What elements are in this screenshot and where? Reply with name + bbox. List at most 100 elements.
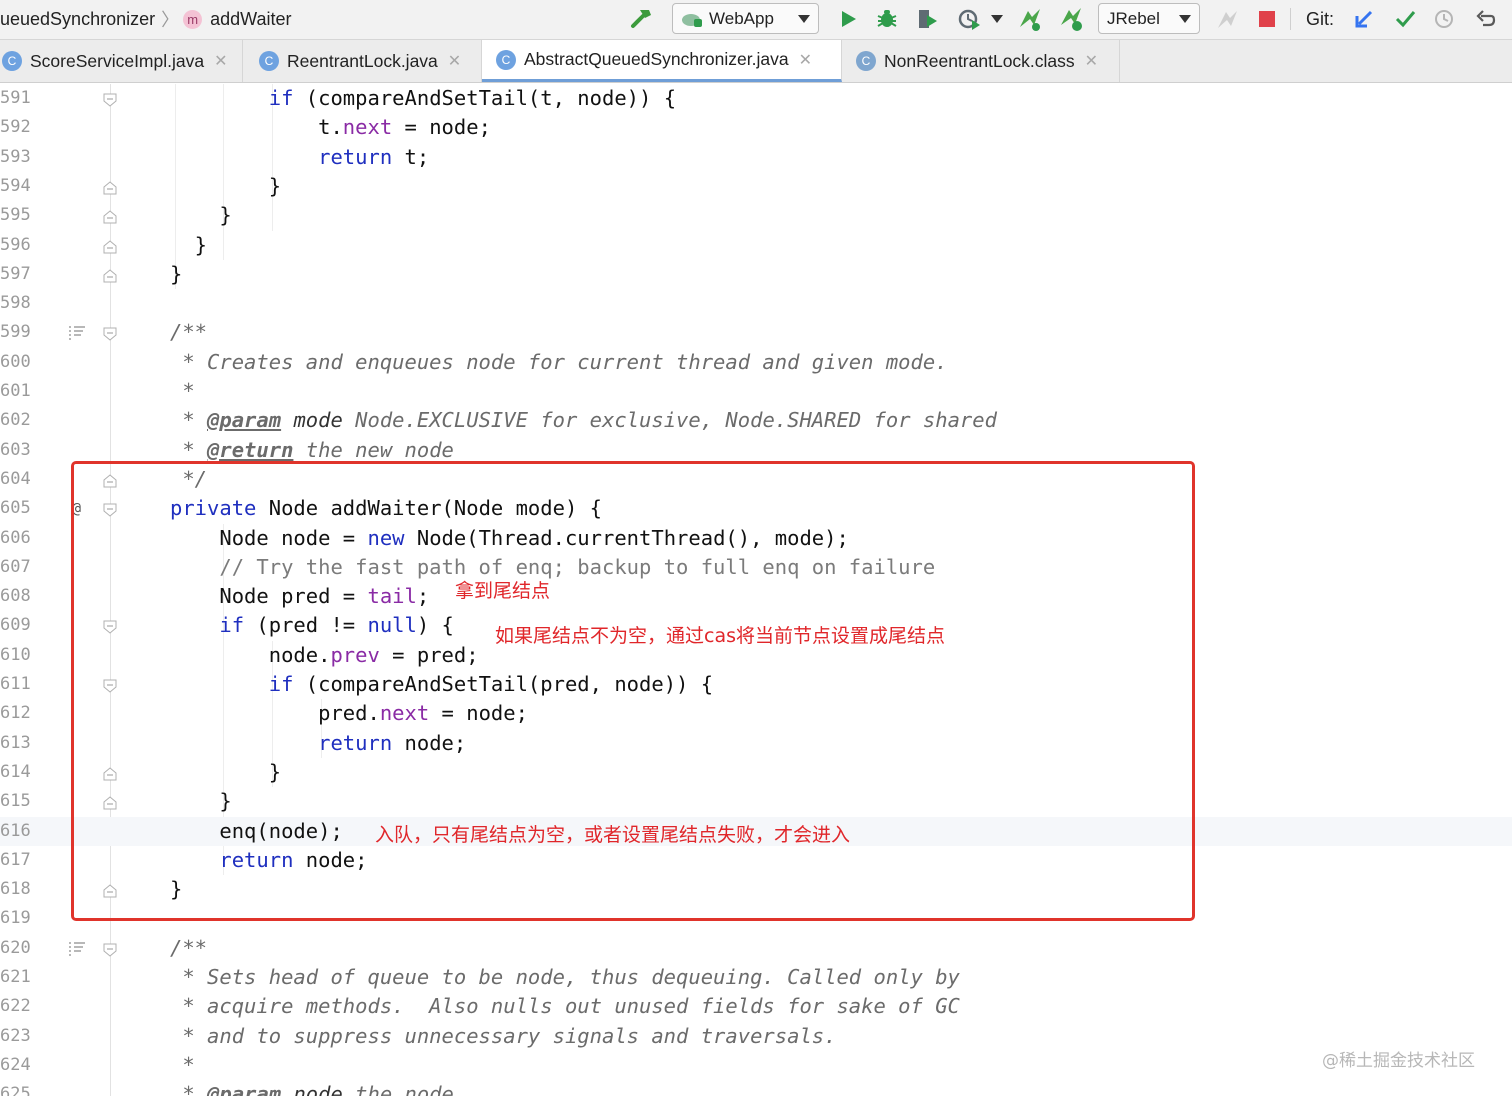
line-number: 615 bbox=[0, 791, 31, 812]
code-editor[interactable]: 591 if (compareAndSetTail(t, node)) {592… bbox=[0, 84, 1512, 1096]
code-line[interactable]: 593 return t; bbox=[0, 143, 1512, 172]
code-line[interactable]: 621 * Sets head of queue to be node, thu… bbox=[0, 963, 1512, 992]
code-line[interactable]: 617 return node; bbox=[0, 846, 1512, 875]
fold-collapse-icon[interactable] bbox=[103, 502, 117, 517]
rendered-doc-toggle-icon[interactable] bbox=[68, 941, 86, 957]
code-line[interactable]: 612 pred.next = node; bbox=[0, 699, 1512, 728]
breadcrumb-class[interactable]: ueuedSynchronizer bbox=[0, 9, 155, 30]
code-line[interactable]: 623 * and to suppress unnecessary signal… bbox=[0, 1022, 1512, 1051]
code-text: } bbox=[170, 203, 232, 228]
code-line[interactable]: 614 } bbox=[0, 758, 1512, 787]
tab-non-reentrant-lock[interactable]: C NonReentrantLock.class ✕ bbox=[842, 40, 1120, 82]
code-line[interactable]: 601 * bbox=[0, 377, 1512, 406]
code-line[interactable]: 605 @ private Node addWaiter(Node mode) { bbox=[0, 494, 1512, 523]
fold-collapse-icon[interactable] bbox=[103, 326, 117, 342]
code-line[interactable]: 602 * @param mode Node.EXCLUSIVE for exc… bbox=[0, 406, 1512, 435]
code-line[interactable]: 625 * @param node the node bbox=[0, 1080, 1512, 1096]
git-history-icon[interactable] bbox=[1430, 0, 1458, 38]
line-number: 605 bbox=[0, 498, 31, 519]
code-line[interactable]: 604 */ bbox=[0, 465, 1512, 494]
jrebel-config-select[interactable]: JRebel bbox=[1098, 3, 1200, 34]
code-line[interactable]: 618} bbox=[0, 875, 1512, 904]
fold-end-icon[interactable] bbox=[103, 883, 117, 898]
code-text: /** bbox=[170, 320, 208, 345]
code-line[interactable]: 596 } bbox=[0, 231, 1512, 260]
profiler-dropdown-icon[interactable] bbox=[983, 0, 1011, 38]
tab-reentrant-lock[interactable]: C ReentrantLock.java ✕ bbox=[243, 40, 482, 82]
code-line[interactable]: 615 } bbox=[0, 787, 1512, 816]
fold-end-icon[interactable] bbox=[103, 268, 117, 283]
code-line[interactable]: 599 /** bbox=[0, 318, 1512, 347]
build-hammer-icon[interactable] bbox=[628, 0, 656, 38]
fold-end-icon[interactable] bbox=[103, 795, 117, 810]
close-icon[interactable]: ✕ bbox=[448, 51, 461, 71]
fold-end-icon[interactable] bbox=[103, 239, 117, 253]
code-text: return node; bbox=[318, 730, 467, 755]
fold-collapse-icon[interactable] bbox=[103, 942, 117, 957]
run-config-label: WebApp bbox=[709, 8, 774, 28]
override-marker-icon[interactable]: @ bbox=[72, 494, 81, 523]
code-line[interactable]: 624 * bbox=[0, 1051, 1512, 1080]
breadcrumb-method[interactable]: addWaiter bbox=[210, 9, 291, 30]
git-rollback-icon[interactable] bbox=[1471, 0, 1499, 38]
fold-collapse-icon[interactable] bbox=[103, 619, 117, 635]
line-number: 597 bbox=[0, 263, 31, 284]
code-line[interactable]: 622 * acquire methods. Also nulls out un… bbox=[0, 992, 1512, 1021]
code-line[interactable]: 611 if (compareAndSetTail(pred, node)) { bbox=[0, 670, 1512, 699]
profiler-icon[interactable] bbox=[955, 0, 983, 38]
fold-end-icon[interactable] bbox=[103, 209, 117, 224]
tab-score-service-impl[interactable]: C ScoreServiceImpl.java ✕ bbox=[0, 40, 243, 82]
code-line[interactable]: 613 return node; bbox=[0, 729, 1512, 758]
close-icon[interactable]: ✕ bbox=[799, 50, 812, 70]
code-line[interactable]: 592 t.next = node; bbox=[0, 113, 1512, 142]
git-commit-icon[interactable] bbox=[1391, 0, 1419, 38]
fold-collapse-icon[interactable] bbox=[103, 92, 117, 107]
line-number: 610 bbox=[0, 644, 31, 665]
fold-end-icon[interactable] bbox=[103, 473, 117, 488]
code-line[interactable]: 591 if (compareAndSetTail(t, node)) { bbox=[0, 84, 1512, 113]
code-line[interactable]: 620 /** bbox=[0, 934, 1512, 963]
line-number: 592 bbox=[0, 117, 31, 138]
code-line[interactable]: 594 } bbox=[0, 172, 1512, 201]
run-icon[interactable] bbox=[834, 0, 862, 38]
line-number: 593 bbox=[0, 146, 31, 167]
code-text: } bbox=[170, 789, 232, 814]
code-line[interactable]: 595 } bbox=[0, 201, 1512, 230]
line-number: 623 bbox=[0, 1025, 31, 1046]
rendered-doc-toggle-icon[interactable] bbox=[68, 325, 86, 341]
run-config-select[interactable]: WebApp bbox=[672, 3, 819, 34]
code-line[interactable]: 608 Node pred = tail; bbox=[0, 582, 1512, 611]
close-icon[interactable]: ✕ bbox=[1085, 51, 1098, 71]
jrebel-run-icon[interactable] bbox=[1016, 0, 1044, 38]
code-text: } bbox=[170, 261, 183, 286]
git-update-icon[interactable] bbox=[1350, 0, 1378, 38]
line-number: 603 bbox=[0, 439, 31, 460]
line-number: 625 bbox=[0, 1084, 31, 1096]
coverage-icon[interactable] bbox=[914, 0, 942, 38]
code-line[interactable]: 606 Node node = new Node(Thread.currentT… bbox=[0, 524, 1512, 553]
code-text: * Creates and enqueues node for current … bbox=[170, 349, 948, 374]
debug-icon[interactable] bbox=[873, 0, 901, 38]
fold-end-icon[interactable] bbox=[103, 766, 117, 781]
line-number: 604 bbox=[0, 468, 31, 489]
code-line[interactable]: 603 * @return the new node bbox=[0, 436, 1512, 465]
code-line[interactable]: 598 bbox=[0, 289, 1512, 318]
tab-label: NonReentrantLock.class bbox=[884, 50, 1075, 71]
fold-end-icon[interactable] bbox=[103, 180, 117, 195]
jrebel-debug-icon[interactable] bbox=[1057, 0, 1085, 38]
line-number: 624 bbox=[0, 1054, 31, 1075]
close-icon[interactable]: ✕ bbox=[214, 51, 227, 71]
line-number: 622 bbox=[0, 996, 31, 1017]
stop-icon[interactable] bbox=[1253, 0, 1281, 38]
code-line[interactable]: 619 bbox=[0, 904, 1512, 933]
code-text: * bbox=[170, 1052, 195, 1077]
tab-abstract-queued-synchronizer[interactable]: C AbstractQueuedSynchronizer.java ✕ bbox=[482, 40, 842, 82]
code-line[interactable]: 597} bbox=[0, 260, 1512, 289]
line-number: 591 bbox=[0, 88, 31, 108]
fold-collapse-icon[interactable] bbox=[103, 678, 117, 693]
code-line[interactable]: 607 // Try the fast path of enq; backup … bbox=[0, 553, 1512, 582]
code-line[interactable]: 600 * Creates and enqueues node for curr… bbox=[0, 348, 1512, 377]
jrebel-disabled-icon[interactable] bbox=[1213, 0, 1241, 38]
code-text: * @param mode Node.EXCLUSIVE for exclusi… bbox=[170, 408, 997, 433]
code-text: enq(node); bbox=[170, 818, 343, 843]
